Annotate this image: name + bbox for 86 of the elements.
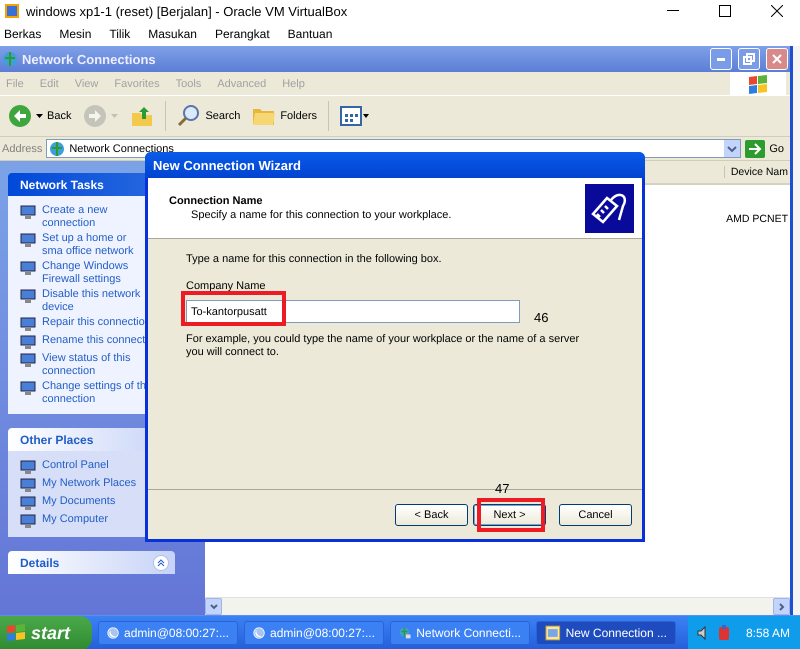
table-cell: AMD PCNET [726, 213, 788, 225]
double-chevron-up-icon [157, 558, 165, 566]
monitor-icon [20, 260, 36, 276]
menu-item[interactable]: Tilik [105, 27, 134, 41]
window-title: windows xp1-1 (reset) [Berjalan] - Oracle VM VirtualBox [26, 4, 348, 18]
dropdown-icon [111, 114, 118, 118]
folders-button[interactable]: Folders [248, 103, 322, 129]
instruction-text: Type a name for this connection in the following box. [186, 253, 443, 265]
close-icon [772, 54, 782, 64]
task-link[interactable]: Change Windows Firewall settings [42, 260, 147, 286]
task-link[interactable]: Disable this network device [42, 288, 147, 314]
windows-flag-icon [6, 624, 26, 642]
task-link[interactable]: Create a new connection [42, 204, 147, 230]
monitor-icon [20, 352, 36, 368]
app-icon [4, 3, 20, 19]
taskbar-button[interactable]: admin@08:00:27:... [98, 621, 238, 645]
moon-circle-icon [252, 625, 266, 641]
task-link[interactable]: Repair this connectio [42, 316, 147, 329]
views-icon [340, 106, 370, 126]
monitor-icon [20, 459, 36, 475]
monitor-icon [20, 204, 36, 220]
dropdown-icon [36, 114, 43, 118]
go-button[interactable]: Go [745, 140, 784, 158]
search-icon [177, 104, 202, 128]
monitor-icon [20, 232, 36, 248]
monitor-icon [20, 316, 36, 332]
wizard-window-icon [544, 625, 561, 641]
task-link[interactable]: My Network Places [42, 477, 147, 490]
monitor-icon [20, 288, 36, 304]
back-button[interactable]: < Back [395, 504, 468, 526]
company-name-field[interactable]: To-kantorpusatt [186, 300, 520, 323]
back-button[interactable]: Back [4, 102, 76, 130]
scroll-left-icon[interactable] [205, 598, 222, 615]
restore-icon [743, 53, 755, 65]
dialog-title: New Connection Wizard [153, 158, 301, 172]
minimize-icon[interactable] [667, 10, 679, 12]
network-globe-icon [49, 140, 66, 156]
menu-item[interactable]: Mesin [55, 27, 96, 41]
arrow-right-icon [745, 140, 766, 158]
cancel-button[interactable]: Cancel [559, 504, 632, 526]
minimize-icon [717, 58, 725, 60]
taskbar-button[interactable]: New Connection ... [536, 621, 676, 645]
page-heading: Connection Name [169, 195, 264, 207]
monitor-icon [20, 513, 36, 529]
close-icon[interactable] [771, 5, 783, 17]
windows-flag-icon [747, 74, 769, 94]
collapse-button[interactable] [153, 554, 169, 570]
menu-item[interactable]: Perangkat [210, 27, 274, 41]
search-button[interactable]: Search [173, 102, 244, 130]
scroll-right-icon[interactable] [773, 598, 790, 615]
menu-item[interactable]: Berkas [0, 27, 46, 41]
column-header[interactable]: Device Nam [724, 166, 790, 178]
panel-header[interactable]: Details [8, 551, 175, 574]
monitor-icon [20, 477, 36, 493]
network-globe-icon [398, 625, 412, 641]
window-title: Network Connections [22, 52, 156, 66]
address-label: Address [2, 142, 42, 154]
clock: 8:58 AM [746, 626, 790, 640]
maximize-icon[interactable] [719, 5, 731, 17]
task-link[interactable]: My Computer [42, 513, 147, 526]
task-link[interactable]: View status of this connection [42, 352, 147, 378]
highlight-frame [477, 498, 545, 532]
task-link[interactable]: Control Panel [42, 459, 147, 472]
monitor-icon [20, 380, 36, 396]
menu-item[interactable]: Bantuan [284, 27, 336, 41]
taskbar-button[interactable]: Network Connecti... [390, 621, 530, 645]
close-button[interactable] [766, 48, 788, 70]
minimize-button[interactable] [710, 48, 732, 70]
network-globe-icon [2, 51, 18, 67]
page-subheading: Specify a name for this connection to your workplace. [190, 209, 452, 221]
monitor-icon [20, 495, 36, 511]
folder-up-icon [130, 104, 154, 128]
taskbar-button[interactable]: admin@08:00:27:... [244, 621, 384, 645]
task-link[interactable]: Set up a home or sma office network [42, 232, 147, 258]
network-plug-icon [585, 184, 634, 232]
monitor-icon [20, 334, 36, 350]
task-link[interactable]: Rename this connect [42, 334, 147, 347]
example-text: For example, you could type the name of your workplace or the name of a server you will connect to. [186, 333, 580, 359]
moon-circle-icon [106, 625, 120, 641]
menu-item[interactable]: Masukan [144, 27, 201, 41]
start-button[interactable]: start [0, 616, 92, 649]
field-label: Company Name [186, 280, 266, 292]
restore-button[interactable] [738, 48, 760, 70]
annotation-number: 47 [495, 481, 510, 496]
task-link[interactable]: My Documents [42, 495, 147, 508]
annotation-number: 46 [534, 310, 548, 325]
